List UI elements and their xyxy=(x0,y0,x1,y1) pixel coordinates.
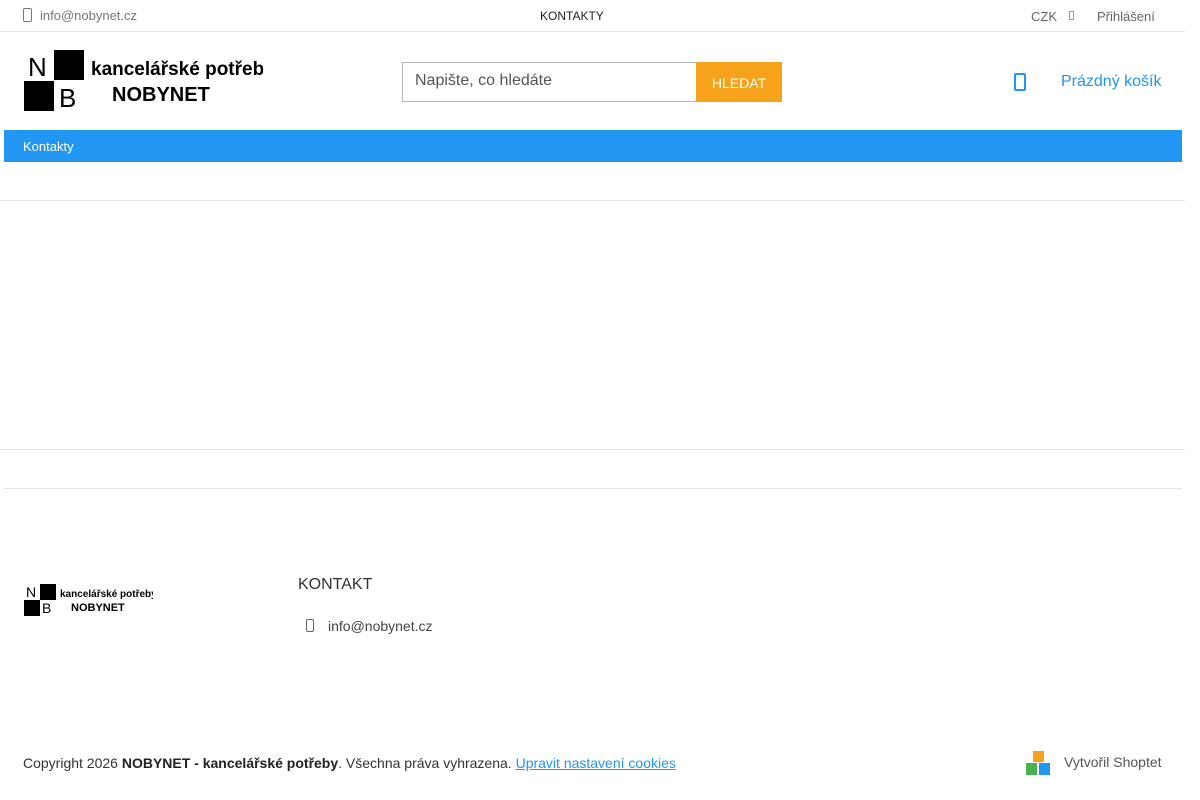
top-contacts-link[interactable]: KONTAKTY xyxy=(540,9,604,23)
nobynet-logo-icon: N B kancelářské potřeby NOBYNET xyxy=(24,584,157,616)
envelope-icon xyxy=(23,8,32,22)
footer-email-link[interactable]: info@nobynet.cz xyxy=(328,618,433,634)
search-input[interactable] xyxy=(403,63,707,99)
currency-selector[interactable]: CZK xyxy=(1031,9,1057,24)
chevron-down-icon[interactable] xyxy=(1069,11,1074,20)
envelope-icon xyxy=(306,619,314,632)
search-button[interactable]: HLEDAT xyxy=(696,62,782,102)
footer-logo-tagline: kancelářské potřeby xyxy=(60,589,153,600)
content-divider-bottom xyxy=(0,449,1185,450)
content-divider-top xyxy=(0,200,1185,201)
site-logo[interactable]: N B kancelářské potřeby NOBYNET xyxy=(23,50,275,113)
login-link[interactable]: Přihlášení xyxy=(1097,9,1155,24)
logo-brand: NOBYNET xyxy=(112,84,210,106)
logo-tagline: kancelářské potřeby xyxy=(91,59,263,80)
search-field[interactable] xyxy=(402,62,707,102)
cart-link[interactable]: Prázdný košík xyxy=(1061,73,1161,91)
footer-logo-brand: NOBYNET xyxy=(71,602,125,614)
nobynet-logo-icon: N B kancelářské potřeby NOBYNET xyxy=(24,50,275,113)
copyright-prefix: Copyright 2026 xyxy=(23,755,122,771)
footer-contact-heading: KONTAKT xyxy=(298,576,373,593)
nav-item-kontakty[interactable]: Kontakty xyxy=(23,139,74,154)
logo-letter-b: B xyxy=(59,83,76,112)
top-email-link[interactable]: info@nobynet.cz xyxy=(40,8,137,23)
copyright-rights: . Všechna práva vyhrazena. xyxy=(338,755,516,771)
footer-logo[interactable]: N B kancelářské potřeby NOBYNET xyxy=(23,583,157,617)
footer-logo-letter-b: B xyxy=(42,600,51,616)
footer-divider xyxy=(4,488,1182,489)
logo-letter-n: N xyxy=(28,52,47,82)
copyright-company: NOBYNET - kancelářské potřeby xyxy=(121,755,339,771)
cookie-settings-link[interactable]: Upravit nastavení cookies xyxy=(516,755,676,771)
top-bar: info@nobynet.cz KONTAKTY CZK Přihlášení xyxy=(0,0,1185,32)
shoptet-link[interactable]: Vytvořil Shoptet xyxy=(1064,754,1162,770)
shopping-cart-icon[interactable] xyxy=(1014,73,1026,91)
shoptet-logo-icon[interactable] xyxy=(1026,751,1050,775)
main-navigation: Kontakty xyxy=(4,130,1182,162)
footer-logo-letter-n: N xyxy=(26,584,36,600)
copyright-text: Copyright 2026 NOBYNET - kancelářské pot… xyxy=(23,755,676,771)
